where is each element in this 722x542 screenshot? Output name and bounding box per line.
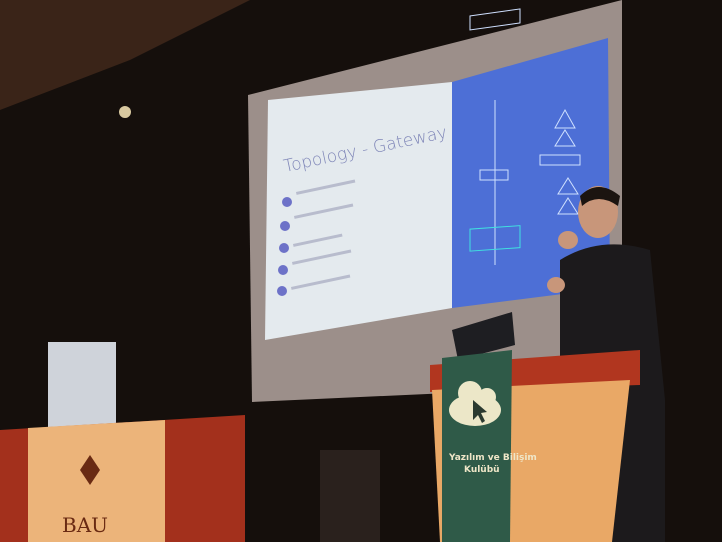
presentation-photo: Topology - Gateway BAU Yazılım ve Bilişi… — [0, 0, 722, 542]
ceiling — [0, 0, 250, 110]
bau-logo-text: BAU — [62, 513, 108, 537]
chair — [320, 450, 380, 542]
banner-line-2: Kulübü — [464, 465, 500, 475]
banner-line-1: Yazılım ve Bilişim — [448, 453, 537, 463]
scene-svg: Topology - Gateway BAU Yazılım ve Bilişi… — [0, 0, 665, 542]
roll-up-banner — [48, 342, 116, 432]
slide-left-panel — [265, 82, 452, 340]
podium-banner — [442, 350, 512, 542]
ceiling-light — [119, 106, 131, 118]
